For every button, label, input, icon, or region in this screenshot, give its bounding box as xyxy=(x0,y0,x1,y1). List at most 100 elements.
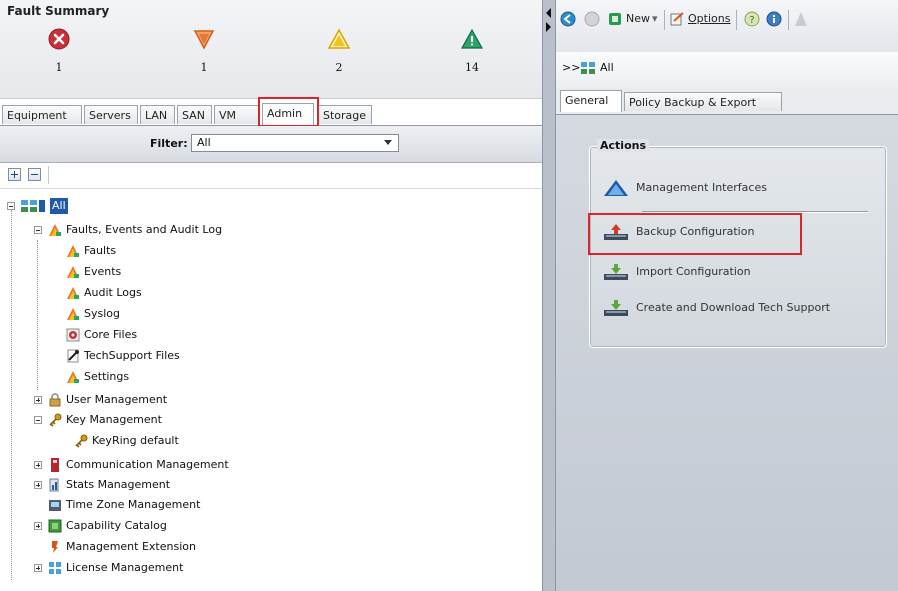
filter-value: All xyxy=(197,136,211,149)
filter-bar: Filter: All xyxy=(0,126,542,163)
expand-all-button[interactable] xyxy=(8,168,21,181)
time-zone-icon xyxy=(49,500,61,511)
tree-node-label: Settings xyxy=(84,370,130,383)
expand-toggle[interactable] xyxy=(34,564,42,572)
tree-node-label: Stats Management xyxy=(66,478,171,491)
tab-admin[interactable]: Admin xyxy=(262,103,314,125)
tab-lan[interactable]: LAN xyxy=(140,105,175,124)
filter-select[interactable]: All xyxy=(191,134,399,152)
fault-log-icon xyxy=(49,224,61,236)
major-fault-count: 1 xyxy=(200,61,208,74)
tab-storage[interactable]: Storage xyxy=(318,105,372,124)
critical-x-icon xyxy=(48,28,70,50)
minor-fault-summary[interactable]: 2 xyxy=(309,28,369,74)
info-icon[interactable] xyxy=(766,11,782,27)
key-icon xyxy=(75,434,88,448)
audit-logs-icon xyxy=(67,287,79,299)
tab-san[interactable]: SAN xyxy=(177,105,212,124)
all-root-icon xyxy=(581,62,595,74)
splitter-arrows-icon[interactable] xyxy=(545,8,553,38)
core-files-icon xyxy=(66,328,80,342)
key-icon xyxy=(49,413,62,427)
content-toolbar: New ▾ Options ? xyxy=(556,0,898,52)
back-arrow-icon[interactable] xyxy=(560,11,576,27)
tab-general[interactable]: General xyxy=(560,90,622,112)
navigation-tabs: Equipment Servers LAN SAN VM Admin Stora… xyxy=(0,97,542,127)
tree-node-label: Management Extension xyxy=(66,540,196,553)
navigation-pane: Fault Summary 1 1 2 14 Equipment Servers… xyxy=(0,0,542,591)
toolbar-separator xyxy=(664,10,665,30)
tab-equipment[interactable]: Equipment xyxy=(2,105,82,124)
collapse-all-button[interactable] xyxy=(28,168,41,181)
collapse-toggle[interactable] xyxy=(7,202,15,210)
collapse-toggle[interactable] xyxy=(34,416,42,424)
chevron-down-icon[interactable]: ▾ xyxy=(652,10,658,28)
expand-toggle[interactable] xyxy=(34,396,42,404)
tree-guide-line xyxy=(37,240,38,390)
toolbar-separator xyxy=(736,10,737,30)
catalog-icon xyxy=(48,519,62,533)
tree-node-label: Faults, Events and Audit Log xyxy=(66,223,223,236)
critical-fault-summary[interactable]: 1 xyxy=(29,28,89,74)
fault-summary-panel: Fault Summary 1 1 2 14 xyxy=(0,0,542,99)
breadcrumb-all[interactable]: All xyxy=(600,61,614,74)
options-button[interactable]: Options xyxy=(688,10,730,28)
minor-fault-count: 2 xyxy=(335,61,343,74)
tree-node-label: Syslog xyxy=(84,307,120,320)
minor-warning-triangle-icon xyxy=(328,28,350,49)
expand-toggle[interactable] xyxy=(34,481,42,489)
forward-arrow-icon[interactable] xyxy=(584,11,600,27)
extension-icon xyxy=(52,541,58,553)
tree-node-label: Communication Management xyxy=(66,458,229,471)
pending-activities-icon[interactable] xyxy=(794,11,808,27)
action-label: Import Configuration xyxy=(636,265,751,278)
syslog-icon xyxy=(67,308,79,320)
actions-title: Actions xyxy=(597,139,649,152)
communication-icon xyxy=(51,458,59,472)
tree-node-label: Audit Logs xyxy=(84,286,142,299)
content-pane: New ▾ Options ? >> All General Policy Ba… xyxy=(556,0,898,591)
tab-policy-backup-export[interactable]: Policy Backup & Export xyxy=(624,92,782,111)
toolbar-divider xyxy=(48,166,49,184)
tree-node-label: User Management xyxy=(66,393,168,406)
action-label: Management Interfaces xyxy=(636,181,767,194)
tab-vm[interactable]: VM xyxy=(214,105,260,124)
general-tab-content: Actions Management Interfaces Backup Con… xyxy=(556,115,898,591)
new-button[interactable]: New xyxy=(626,10,650,28)
lock-icon xyxy=(49,393,61,407)
navigation-tree: All Faults, Events and Audit Log Faults … xyxy=(0,196,542,591)
expand-toggle[interactable] xyxy=(34,461,42,469)
download-tech-support-icon xyxy=(604,300,628,316)
tree-node-label: Core Files xyxy=(84,328,138,341)
tree-node-label: Capability Catalog xyxy=(66,519,167,532)
faults-icon xyxy=(67,245,79,257)
tree-toolbar xyxy=(0,162,542,189)
actions-separator xyxy=(642,211,868,213)
content-tabs: General Policy Backup & Export xyxy=(556,88,898,115)
navigation-path-bar: >> All xyxy=(556,52,898,89)
all-root-icon xyxy=(21,200,45,212)
help-icon[interactable]: ? xyxy=(744,11,760,27)
stats-icon xyxy=(49,478,59,492)
techsupport-files-icon xyxy=(67,349,79,363)
major-fault-summary[interactable]: 1 xyxy=(174,28,234,74)
import-configuration-icon xyxy=(604,264,628,280)
management-interfaces-icon xyxy=(604,180,628,196)
new-icon xyxy=(609,13,621,25)
tree-node-label: Faults xyxy=(84,244,117,257)
action-label: Backup Configuration xyxy=(636,225,755,238)
events-icon xyxy=(67,266,79,278)
action-label: Create and Download Tech Support xyxy=(636,301,831,314)
settings-icon xyxy=(67,371,79,383)
pane-splitter[interactable] xyxy=(542,0,556,591)
expand-toggle[interactable] xyxy=(34,522,42,530)
collapse-toggle[interactable] xyxy=(34,226,42,234)
warning-fault-summary[interactable]: 14 xyxy=(442,28,502,74)
svg-text:?: ? xyxy=(749,15,754,26)
tree-node-label: All xyxy=(50,198,68,214)
tree-node-label: Time Zone Management xyxy=(66,498,201,511)
tab-servers[interactable]: Servers xyxy=(84,105,138,124)
major-triangle-down-icon xyxy=(193,30,215,50)
actions-panel: Actions Management Interfaces Backup Con… xyxy=(588,139,887,348)
warning-triangle-icon xyxy=(461,28,483,49)
